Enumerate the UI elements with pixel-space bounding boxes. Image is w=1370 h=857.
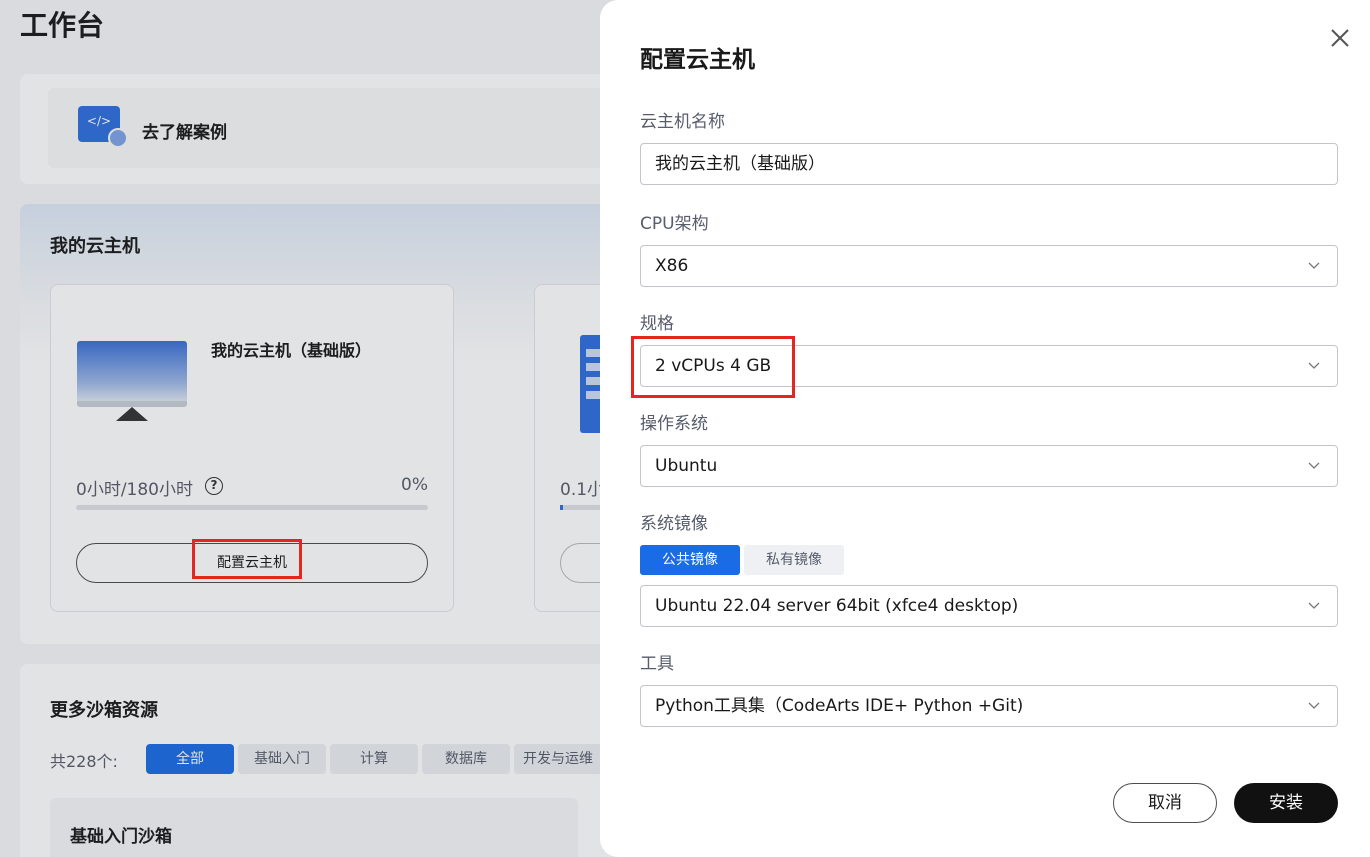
chevron-down-icon: [1308, 462, 1320, 469]
chevron-down-icon: [1308, 362, 1320, 369]
cpu-arch-label: CPU架构: [640, 214, 709, 234]
system-image-label: 系统镜像: [640, 514, 708, 534]
close-icon[interactable]: [1326, 24, 1354, 52]
install-button[interactable]: 安装: [1234, 783, 1338, 823]
cpu-arch-value: X86: [655, 256, 689, 276]
vm-name-input[interactable]: 我的云主机（基础版）: [640, 143, 1338, 185]
system-image-value: Ubuntu 22.04 server 64bit (xfce4 desktop…: [655, 596, 1019, 616]
tools-label: 工具: [640, 654, 674, 674]
os-select[interactable]: Ubuntu: [640, 445, 1338, 487]
system-image-select[interactable]: Ubuntu 22.04 server 64bit (xfce4 desktop…: [640, 585, 1338, 627]
image-tabs: 公共镜像 私有镜像: [640, 545, 844, 575]
os-label: 操作系统: [640, 414, 708, 434]
configure-vm-drawer: 配置云主机 云主机名称 我的云主机（基础版） CPU架构 X86 规格 2 vC…: [600, 0, 1370, 857]
cpu-arch-select[interactable]: X86: [640, 245, 1338, 287]
spec-label: 规格: [640, 314, 674, 334]
tab-public-image[interactable]: 公共镜像: [640, 545, 740, 575]
tab-private-image[interactable]: 私有镜像: [744, 545, 844, 575]
chevron-down-icon: [1308, 262, 1320, 269]
highlight-configure-button: [192, 539, 302, 579]
chevron-down-icon: [1308, 602, 1320, 609]
os-value: Ubuntu: [655, 456, 718, 476]
tools-select[interactable]: Python工具集（CodeArts IDE+ Python +Git): [640, 685, 1338, 727]
highlight-spec-select: [631, 336, 795, 398]
chevron-down-icon: [1308, 702, 1320, 709]
tools-value: Python工具集（CodeArts IDE+ Python +Git): [655, 696, 1024, 716]
vm-name-label: 云主机名称: [640, 112, 725, 132]
drawer-title: 配置云主机: [640, 47, 755, 73]
cancel-button[interactable]: 取消: [1113, 783, 1217, 823]
vm-name-value: 我的云主机（基础版）: [655, 154, 825, 174]
